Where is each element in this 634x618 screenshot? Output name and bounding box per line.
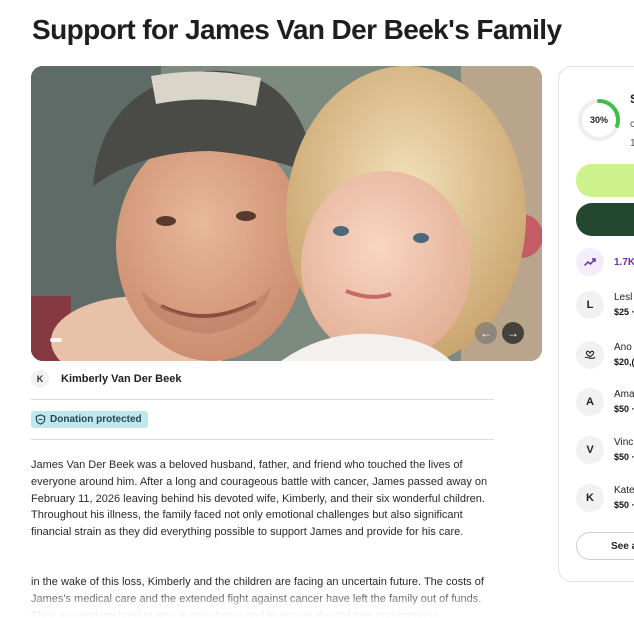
- donor-item: Ano $20,(: [576, 341, 634, 369]
- donor-amount: $20,(: [614, 357, 634, 367]
- organizer-avatar: K: [31, 370, 49, 388]
- progress-percent: 30%: [589, 115, 608, 125]
- carousel-indicator: [50, 338, 62, 342]
- divider: [31, 439, 494, 440]
- donor-avatar: L: [576, 291, 604, 319]
- story-fade-overlay: [0, 590, 520, 618]
- shield-icon: [35, 414, 46, 425]
- arrow-right-icon: →: [507, 326, 519, 340]
- heart-hand-icon: [576, 341, 604, 369]
- donor-amount: $50 ·: [614, 500, 634, 510]
- trending-row: 1.7K: [576, 248, 634, 276]
- organizer-name: Kimberly Van Der Beek: [61, 373, 182, 385]
- donor-amount: $50 ·: [614, 452, 634, 462]
- donor-item: L Lesl $25 ·: [576, 291, 634, 319]
- donor-name: Vinc: [614, 437, 634, 448]
- organizer[interactable]: K Kimberly Van Der Beek: [31, 370, 181, 388]
- trending-text: 1.7K: [614, 256, 634, 268]
- story-paragraph: James Van Der Beek was a beloved husband…: [31, 459, 488, 539]
- see-all-button[interactable]: See a: [576, 532, 634, 560]
- donor-avatar: K: [576, 484, 604, 512]
- amount-raised: S: [630, 92, 634, 106]
- donor-name: Ano: [614, 342, 632, 353]
- donor-item: V Vinc $50 ·: [576, 436, 634, 464]
- donor-name: Kate: [614, 485, 634, 496]
- donor-name: Lesl: [614, 292, 633, 303]
- donor-item: K Kate $50 ·: [576, 484, 634, 512]
- carousel-next-button[interactable]: →: [502, 322, 524, 344]
- donor-name: Ama: [614, 389, 634, 400]
- donate-button[interactable]: [576, 203, 634, 236]
- donor-avatar: V: [576, 436, 604, 464]
- goal-text: c: [630, 119, 634, 130]
- share-button[interactable]: [576, 164, 634, 197]
- trending-up-icon: [576, 248, 604, 276]
- hero-photo[interactable]: [31, 66, 542, 361]
- photo-illustration: [31, 66, 542, 361]
- donor-avatar: A: [576, 388, 604, 416]
- donor-item: A Ama $50 ·: [576, 388, 634, 416]
- arrow-left-icon: ←: [480, 326, 492, 340]
- carousel-prev-button[interactable]: ←: [475, 322, 497, 344]
- donor-amount: $50 ·: [614, 404, 634, 414]
- donation-count: 1: [630, 138, 634, 149]
- donation-protected-badge[interactable]: Donation protected: [31, 411, 148, 428]
- badge-label: Donation protected: [50, 414, 142, 425]
- donor-amount: $25 ·: [614, 307, 634, 317]
- page-title: Support for James Van Der Beek's Family: [32, 14, 562, 45]
- divider: [31, 399, 494, 400]
